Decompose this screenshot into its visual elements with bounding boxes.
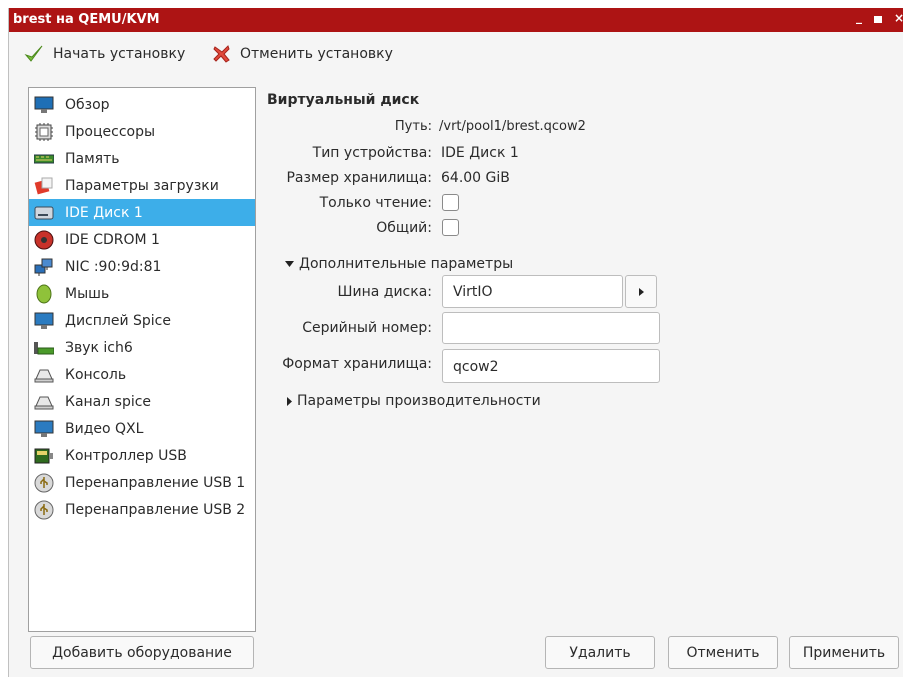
storage-size-label: Размер хранилища: xyxy=(286,170,432,186)
sidebar-item-spice-channel[interactable]: Канал spice xyxy=(29,388,255,415)
sidebar-item-label: Контроллер USB xyxy=(65,447,187,464)
checkmark-icon xyxy=(23,43,45,65)
cpu-icon xyxy=(34,122,54,142)
memory-icon xyxy=(34,149,54,169)
performance-options-expander[interactable]: Параметры производительности xyxy=(287,393,541,409)
sidebar-item-label: Параметры загрузки xyxy=(65,177,219,194)
sidebar-item-label: Обзор xyxy=(65,96,110,113)
storage-size-value: 64.00 GiB xyxy=(441,170,510,186)
boot-options-icon xyxy=(34,176,54,196)
sidebar-item-label: IDE Диск 1 xyxy=(65,204,143,221)
sidebar-item-overview[interactable]: Обзор xyxy=(29,91,255,118)
path-label: Путь: xyxy=(394,119,432,134)
console-icon xyxy=(34,365,54,385)
disk-bus-field[interactable]: VirtIO xyxy=(442,275,623,308)
sidebar-item-cpus[interactable]: Процессоры xyxy=(29,118,255,145)
apply-button[interactable]: Применить xyxy=(789,636,899,669)
sidebar-item-label: Звук ich6 xyxy=(65,339,133,356)
sidebar-item-mouse[interactable]: Мышь xyxy=(29,280,255,307)
close-icon[interactable]: × xyxy=(894,11,903,25)
sidebar-item-label: Перенаправление USB 1 xyxy=(65,474,246,491)
window-title: brest на QEMU/KVM xyxy=(13,12,160,27)
video-icon xyxy=(34,419,54,439)
start-install-label: Начать установку xyxy=(53,46,186,62)
hard-disk-icon xyxy=(34,203,54,223)
sidebar-item-label: Перенаправление USB 2 xyxy=(65,501,246,518)
add-hardware-button[interactable]: Добавить оборудование xyxy=(30,636,254,669)
usb-redirect-icon xyxy=(34,500,54,520)
serial-number-label: Серийный номер: xyxy=(302,320,432,336)
sidebar-item-label: IDE CDROM 1 xyxy=(65,231,160,248)
usb-controller-icon xyxy=(34,446,54,466)
readonly-label: Только чтение: xyxy=(319,195,432,211)
disk-bus-menu-button[interactable] xyxy=(625,275,657,308)
device-type-value: IDE Диск 1 xyxy=(441,145,519,161)
disk-bus-label: Шина диска: xyxy=(337,284,432,300)
sidebar-item-usb-redirect-1[interactable]: Перенаправление USB 1 xyxy=(29,469,255,496)
toolbar: Начать установку Отменить установку xyxy=(9,32,903,76)
sidebar-item-ide-disk-1[interactable]: IDE Диск 1 xyxy=(29,199,255,226)
sidebar-item-label: Память xyxy=(65,150,120,167)
cancel-install-label: Отменить установку xyxy=(240,46,393,62)
details-heading: Виртуальный диск xyxy=(267,92,420,108)
performance-options-label: Параметры производительности xyxy=(297,393,541,409)
serial-number-input[interactable] xyxy=(442,312,660,344)
triangle-right-icon xyxy=(287,396,292,406)
sidebar-item-memory[interactable]: Память xyxy=(29,145,255,172)
usb-redirect-icon xyxy=(34,473,54,493)
vm-details-window: brest на QEMU/KVM _ × Начать установку О… xyxy=(8,8,903,677)
sidebar-item-label: Процессоры xyxy=(65,123,156,140)
sidebar-item-label: Канал spice xyxy=(65,393,152,410)
display-icon xyxy=(34,311,54,331)
cdrom-icon xyxy=(34,230,54,250)
start-install-button[interactable]: Начать установку xyxy=(23,43,185,65)
maximize-icon[interactable] xyxy=(874,16,882,23)
shared-label: Общий: xyxy=(376,220,432,236)
sidebar-item-label: Консоль xyxy=(65,366,127,383)
shared-checkbox[interactable] xyxy=(442,219,459,236)
storage-format-input[interactable]: qcow2 xyxy=(442,349,660,383)
minimize-icon[interactable]: _ xyxy=(856,10,862,24)
device-type-label: Тип устройства: xyxy=(312,145,432,161)
sidebar-item-label: NIC :90:9d:81 xyxy=(65,258,162,275)
triangle-right-icon xyxy=(638,287,644,296)
path-value: /vrt/pool1/brest.qcow2 xyxy=(439,119,586,134)
sidebar-item-label: Мышь xyxy=(65,285,110,302)
cancel-button[interactable]: Отменить xyxy=(668,636,778,669)
storage-format-label: Формат хранилища: xyxy=(282,356,432,372)
sidebar-item-label: Видео QXL xyxy=(65,420,144,437)
sidebar-item-ide-cdrom-1[interactable]: IDE CDROM 1 xyxy=(29,226,255,253)
sidebar-item-usb-controller[interactable]: Контроллер USB xyxy=(29,442,255,469)
sidebar-item-boot-options[interactable]: Параметры загрузки xyxy=(29,172,255,199)
network-icon xyxy=(34,257,54,277)
advanced-options-expander[interactable]: Дополнительные параметры xyxy=(285,256,513,272)
readonly-checkbox[interactable] xyxy=(442,194,459,211)
sidebar-item-usb-redirect-2[interactable]: Перенаправление USB 2 xyxy=(29,496,255,523)
sidebar-item-console[interactable]: Консоль xyxy=(29,361,255,388)
advanced-options-label: Дополнительные параметры xyxy=(299,256,514,272)
mouse-icon xyxy=(34,284,54,304)
sidebar-item-video-qxl[interactable]: Видео QXL xyxy=(29,415,255,442)
cancel-install-button[interactable]: Отменить установку xyxy=(212,43,393,65)
channel-icon xyxy=(34,392,54,412)
monitor-icon xyxy=(34,95,54,115)
remove-button[interactable]: Удалить xyxy=(545,636,655,669)
sidebar-item-sound[interactable]: Звук ich6 xyxy=(29,334,255,361)
title-bar[interactable]: brest на QEMU/KVM _ × xyxy=(9,8,903,32)
sidebar-item-nic[interactable]: NIC :90:9d:81 xyxy=(29,253,255,280)
sidebar-item-display-spice[interactable]: Дисплей Spice xyxy=(29,307,255,334)
hardware-list[interactable]: Обзор Процессоры Память Параметры загруз… xyxy=(28,87,256,632)
red-x-icon xyxy=(212,43,232,65)
sidebar-item-label: Дисплей Spice xyxy=(65,312,171,329)
sound-card-icon xyxy=(34,338,54,358)
triangle-down-icon xyxy=(285,261,294,267)
